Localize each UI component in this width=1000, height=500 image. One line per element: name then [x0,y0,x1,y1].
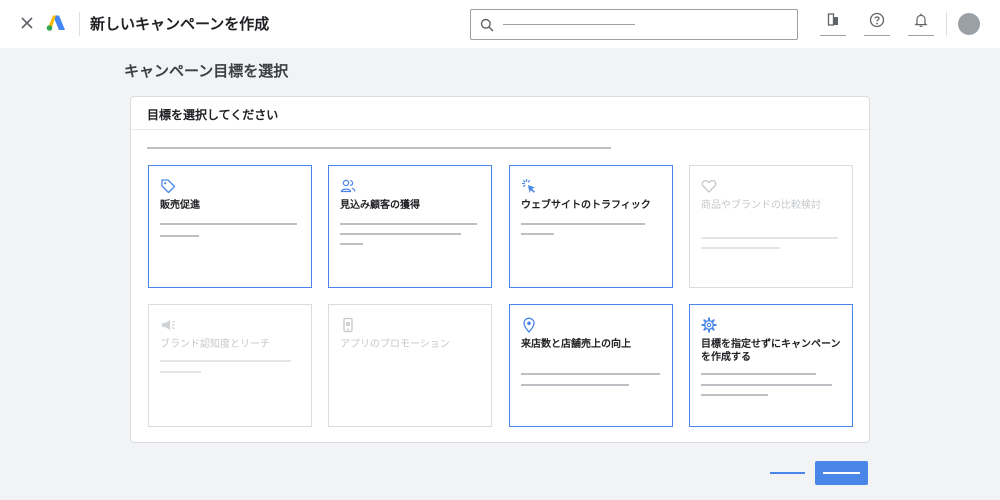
objective-label: 見込み顧客の獲得 [340,200,420,211]
description-placeholder-line [521,233,554,235]
tag-icon [161,179,176,194]
description-placeholder-line [701,394,768,396]
help-button[interactable] [864,10,890,36]
reports-icon [827,13,838,26]
search-box[interactable] [470,9,798,40]
heart-icon [701,179,717,193]
google-ads-logo [46,15,65,31]
objective-tile-store-visits[interactable]: 来店数と店舗売上の向上 [509,304,673,427]
cancel-button[interactable] [770,462,805,486]
continue-button-placeholder-line [823,472,860,474]
description-placeholder-line [340,223,477,225]
megaphone-icon [162,320,175,330]
title-divider [79,12,80,36]
description-placeholder-line [701,237,838,239]
reports-underline [820,35,846,36]
objective-label: 目標を指定せずにキャンペーンを作成する [701,339,841,363]
account-divider [946,12,947,36]
description-placeholder-line [701,384,832,386]
objective-tile-consideration: 商品やブランドの比較検討 [689,165,853,288]
avatar[interactable] [958,13,980,35]
description-placeholder-line [160,371,201,373]
description-placeholder-line [521,223,645,225]
notifications-button[interactable] [908,10,934,36]
help-underline [864,35,890,36]
help-icon [869,12,885,28]
description-placeholder-line [521,384,629,386]
objective-tile-website-traffic[interactable]: ウェブサイトのトラフィック [509,165,673,288]
description-placeholder-line [340,233,461,235]
card-description-placeholder [147,147,611,149]
objective-tile-app-promotion: アプリのプロモーション [328,304,492,427]
objective-label: 販売促進 [160,200,200,211]
card-header: 目標を選択してください [147,108,279,122]
objective-label: 来店数と店舗売上の向上 [521,339,631,350]
description-placeholder-line [701,373,816,375]
description-placeholder-line [160,360,291,362]
cancel-button-placeholder-line [770,472,805,474]
objective-tile-sales[interactable]: 販売促進 [148,165,312,288]
gear-icon [701,317,717,333]
continue-button[interactable] [815,461,868,485]
objective-label: アプリのプロモーション [340,339,450,350]
description-placeholder-line [340,243,363,245]
description-placeholder-line [160,235,199,237]
search-icon [480,18,494,32]
smartphone-icon [343,317,353,333]
description-placeholder-line [160,223,297,225]
description-placeholder-line [701,247,780,249]
objective-label: ブランド認知度とリーチ [160,339,270,350]
objective-card: 目標を選択してください 販売促進 見込み顧客の獲得 ウェブサイトのトラフィック [130,96,870,443]
people-icon [340,179,356,193]
app-title: 新しいキャンペーンを作成 [90,15,270,33]
location-pin-icon [523,317,535,333]
notifications-underline [908,35,934,36]
objective-tile-leads[interactable]: 見込み顧客の獲得 [328,165,492,288]
bell-icon [914,13,928,27]
close-button[interactable] [18,14,36,32]
close-icon [21,17,33,29]
objective-label: 商品やブランドの比較検討 [701,200,821,211]
search-input[interactable] [501,16,791,34]
page-title: キャンペーン目標を選択 [124,62,289,80]
card-divider [131,129,869,130]
description-placeholder-line [521,373,660,375]
objective-label: ウェブサイトのトラフィック [521,200,651,211]
cursor-click-icon [522,179,535,193]
reports-button[interactable] [820,10,846,36]
objective-tile-brand-awareness: ブランド認知度とリーチ [148,304,312,427]
objective-tile-no-goal[interactable]: 目標を指定せずにキャンペーンを作成する [689,304,853,427]
top-bar: 新しいキャンペーンを作成 [0,0,1000,48]
